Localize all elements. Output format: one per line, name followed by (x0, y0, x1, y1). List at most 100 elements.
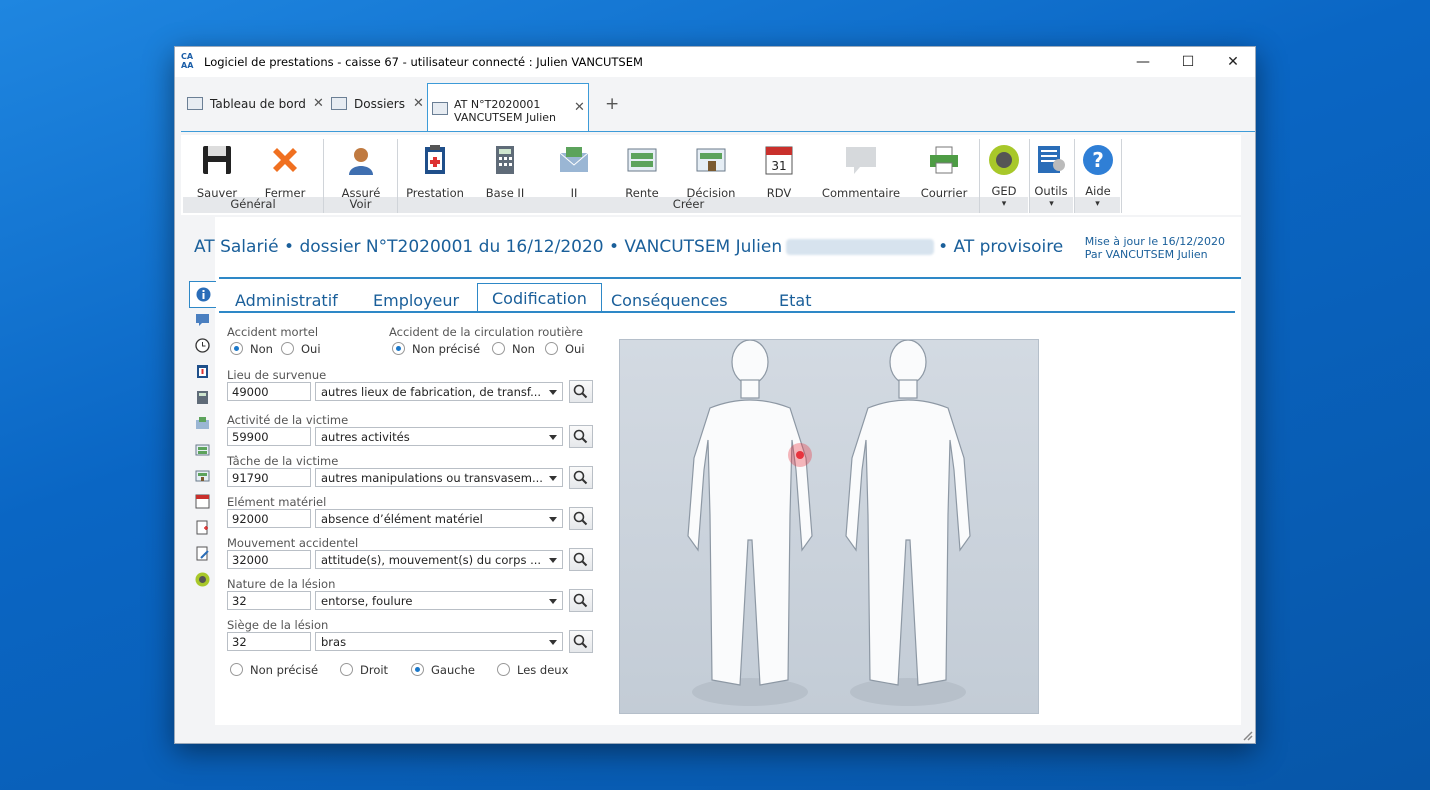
outils-label: Outils (1034, 184, 1068, 198)
lieu-survenue-label: Lieu de survenue (227, 368, 327, 382)
close-tab-icon[interactable]: ✕ (413, 96, 424, 111)
tache-victime-code-input[interactable]: 91790 (227, 468, 311, 487)
activite-victime-search-button[interactable] (569, 425, 593, 448)
ged-side-icon[interactable] (195, 572, 210, 587)
back-shadow (850, 678, 966, 706)
close-window-button[interactable]: ✕ (1210, 47, 1256, 77)
outils-dropdown[interactable]: ▾ (1030, 197, 1073, 213)
courrier-button[interactable]: Courrier (919, 143, 969, 200)
accident-mortel-oui-radio[interactable]: Oui (281, 342, 321, 356)
ij-button[interactable]: IJ (551, 143, 597, 200)
envelope-money-side-icon[interactable] (195, 416, 210, 431)
save-button[interactable]: Sauver (195, 143, 239, 200)
tab-divider (181, 131, 1255, 132)
calendar-side-icon[interactable] (195, 494, 210, 509)
ged-button[interactable]: GED (985, 143, 1023, 198)
minimize-button[interactable]: — (1120, 47, 1166, 77)
ged-icon (989, 145, 1019, 175)
tab-consequences[interactable]: Conséquences (611, 291, 728, 310)
lieu-survenue-select[interactable]: autres lieux de fabrication, de transf..… (315, 382, 563, 401)
tache-victime-select[interactable]: autres manipulations ou transvasem... (315, 468, 563, 487)
clipboard-side-icon[interactable] (195, 364, 210, 379)
calculator-side-icon[interactable] (195, 390, 210, 405)
doctab-tableau-de-bord[interactable]: Tableau de bord ✕ (187, 93, 327, 119)
search-icon (573, 384, 588, 399)
circulation-oui-radio[interactable]: Oui (545, 342, 585, 356)
tab-administratif[interactable]: Administratif (235, 291, 338, 310)
window-title: Logiciel de prestations - caisse 67 - ut… (204, 55, 643, 69)
nature-lesion-select[interactable]: entorse, foulure (315, 591, 563, 610)
cote-droit-radio[interactable]: Droit (340, 663, 388, 677)
nature-lesion-search-button[interactable] (569, 589, 593, 612)
activite-victime-code-input[interactable]: 59900 (227, 427, 311, 446)
radio-circle (411, 663, 424, 676)
element-materiel-search-button[interactable] (569, 507, 593, 530)
rdv-button[interactable]: 31 RDV (759, 143, 799, 200)
mouvement-accidentel-label: Mouvement accidentel (227, 536, 359, 550)
info-side-button[interactable] (189, 281, 216, 308)
tools-icon (1038, 146, 1065, 173)
aide-dropdown[interactable]: ▾ (1075, 197, 1120, 213)
redacted-id (786, 239, 935, 255)
circulation-non-precise-radio[interactable]: Non précisé (392, 342, 480, 356)
siege-lesion-search-button[interactable] (569, 630, 593, 653)
element-materiel-code-input[interactable]: 92000 (227, 509, 311, 528)
commentaire-button[interactable]: Commentaire (821, 143, 901, 200)
maximize-button[interactable]: ☐ (1165, 47, 1211, 77)
lieu-survenue-code-input[interactable]: 49000 (227, 382, 311, 401)
cote-non-precise-radio[interactable]: Non précisé (230, 663, 318, 677)
decision-button[interactable]: Décision (683, 143, 739, 200)
rente-button[interactable]: Rente (617, 143, 667, 200)
select-value: autres lieux de fabrication, de transf..… (321, 385, 542, 399)
nature-lesion-code-input[interactable]: 32 (227, 591, 311, 610)
prestation-button[interactable]: Prestation (405, 143, 465, 200)
lieu-survenue-search-button[interactable] (569, 380, 593, 403)
cote-gauche-radio[interactable]: Gauche (411, 663, 475, 677)
comment-side-icon[interactable] (195, 312, 210, 327)
new-tab-button[interactable]: + (605, 94, 619, 114)
body-diagram[interactable] (619, 339, 1039, 714)
siege-lesion-code-input[interactable]: 32 (227, 632, 311, 651)
money-side-icon[interactable] (195, 442, 210, 457)
radio-label: Gauche (431, 663, 475, 677)
tab-employeur[interactable]: Employeur (373, 291, 459, 310)
base-ij-button[interactable]: Base IJ (481, 143, 529, 200)
activite-victime-select[interactable]: autres activités (315, 427, 563, 446)
clock-side-icon[interactable] (195, 338, 210, 353)
close-tab-icon[interactable]: ✕ (313, 96, 324, 111)
group-general: Général (183, 197, 323, 213)
mouvement-accidentel-search-button[interactable] (569, 548, 593, 571)
cote-les-deux-radio[interactable]: Les deux (497, 663, 568, 677)
chevron-down-icon (549, 517, 557, 522)
chevron-down-icon (549, 390, 557, 395)
element-materiel-select[interactable]: absence d’élément matériel (315, 509, 563, 528)
search-icon (573, 511, 588, 526)
mouvement-accidentel-select[interactable]: attitude(s), mouvement(s) du corps ... (315, 550, 563, 569)
front-shadow (692, 678, 808, 706)
aide-button[interactable]: ? Aide (1079, 143, 1117, 198)
mouvement-accidentel-code-input[interactable]: 32000 (227, 550, 311, 569)
circulation-non-radio[interactable]: Non (492, 342, 535, 356)
tache-victime-search-button[interactable] (569, 466, 593, 489)
assure-button[interactable]: Assuré (339, 143, 383, 200)
resize-grip-icon[interactable] (1241, 729, 1253, 741)
doctab-at-dossier[interactable]: AT N°T2020001 VANCUTSEM Julien ✕ (427, 83, 589, 132)
stamp-side-icon[interactable] (195, 468, 210, 483)
siege-lesion-label: Siège de la lésion (227, 618, 329, 632)
calculator-icon (496, 146, 514, 174)
radio-circle (545, 342, 558, 355)
fermer-button[interactable]: Fermer (263, 143, 307, 200)
close-tab-icon[interactable]: ✕ (574, 100, 585, 115)
ged-dropdown[interactable]: ▾ (980, 197, 1028, 213)
title-bar: CA AA Logiciel de prestations - caisse 67… (175, 47, 1255, 77)
doctab-dossiers[interactable]: Dossiers ✕ (331, 93, 427, 119)
document-edit-side-icon[interactable] (195, 546, 210, 561)
money-icon (627, 148, 657, 172)
outils-button[interactable]: Outils (1033, 143, 1069, 198)
tab-codification[interactable]: Codification (477, 283, 602, 313)
radio-circle (230, 663, 243, 676)
document-add-side-icon[interactable] (195, 520, 210, 535)
tab-etat[interactable]: Etat (779, 291, 811, 310)
siege-lesion-select[interactable]: bras (315, 632, 563, 651)
accident-mortel-non-radio[interactable]: Non (230, 342, 273, 356)
